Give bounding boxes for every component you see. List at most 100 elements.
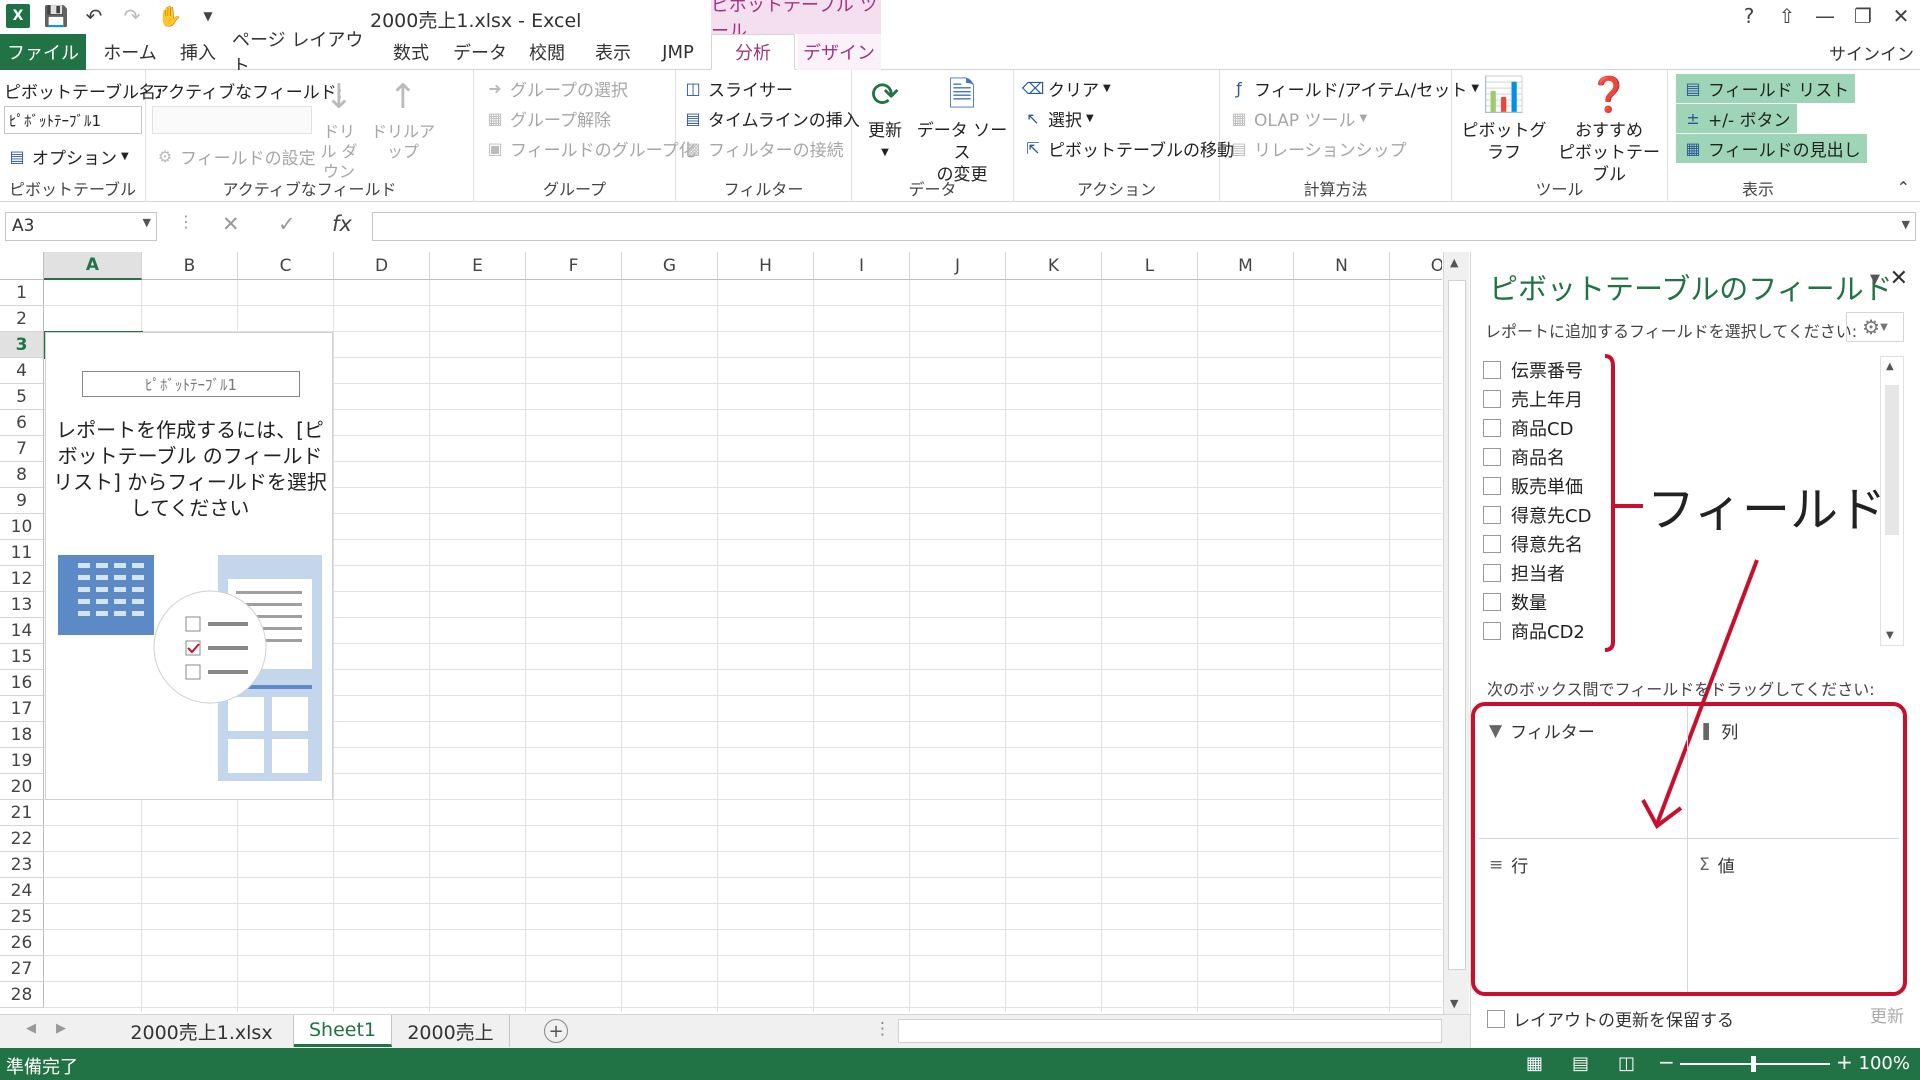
row-header[interactable]: 8 <box>0 462 44 488</box>
move-pivottable-button[interactable]: ⇱ ピボットテーブルの移動 <box>1022 136 1234 161</box>
minimize-icon[interactable]: — <box>1806 0 1844 32</box>
sheet-tab-0[interactable]: 2000売上1.xlsx <box>110 1015 294 1047</box>
tab-home[interactable]: ホーム <box>96 34 164 70</box>
update-button[interactable]: 更新 <box>1870 1002 1904 1027</box>
options-button[interactable]: ▤ オプション ▼ <box>6 144 128 169</box>
next-sheet-icon[interactable]: ▶ <box>56 1021 66 1036</box>
column-header[interactable]: G <box>622 252 718 280</box>
filter-connections-button[interactable]: ▩ フィルターの接続 <box>682 136 843 161</box>
zoom-level[interactable]: 100% <box>1859 1053 1910 1074</box>
column-header[interactable]: K <box>1006 252 1102 280</box>
drill-up-button[interactable]: ↑ ドリルアップ <box>370 74 436 162</box>
row-header[interactable]: 11 <box>0 540 44 566</box>
pivottable-name-input[interactable]: ﾋﾟﾎﾞｯﾄﾃｰﾌﾞﾙ1 <box>4 106 142 134</box>
select-all-corner[interactable] <box>0 252 44 280</box>
row-header[interactable]: 18 <box>0 722 44 748</box>
column-header[interactable]: D <box>334 252 430 280</box>
row-header[interactable]: 17 <box>0 696 44 722</box>
vertical-scrollbar[interactable]: ▲ ▼ <box>1443 252 1469 1014</box>
pivotchart-button[interactable]: 📊 ピボットグラフ <box>1456 72 1552 164</box>
slicer-button[interactable]: ◫ スライサー <box>682 76 793 101</box>
field-headers-toggle[interactable]: ▦ フィールドの見出し <box>1676 134 1867 163</box>
pivottable-placeholder[interactable]: ﾋﾟﾎﾞｯﾄﾃｰﾌﾞﾙ1 レポートを作成するには、[ピボットテーブル のフィール… <box>45 332 333 800</box>
row-header[interactable]: 28 <box>0 982 44 1008</box>
relationships-button[interactable]: ▤ リレーションシップ <box>1228 136 1406 161</box>
tab-jmp[interactable]: JMP <box>648 34 708 70</box>
close-icon[interactable]: ✕ <box>1882 0 1920 32</box>
row-header[interactable]: 2 <box>0 306 44 332</box>
row-header[interactable]: 15 <box>0 644 44 670</box>
row-header[interactable]: 21 <box>0 800 44 826</box>
row-header[interactable]: 13 <box>0 592 44 618</box>
tab-file[interactable]: ファイル <box>0 34 86 70</box>
expand-formula-icon[interactable]: ▼ <box>1902 218 1910 231</box>
name-box[interactable]: A3 ▼ <box>5 212 157 241</box>
page-layout-view-icon[interactable]: ▤ <box>1572 1053 1589 1074</box>
tab-page-layout[interactable]: ページ レイアウト <box>232 30 372 77</box>
column-header[interactable]: N <box>1294 252 1390 280</box>
row-header[interactable]: 10 <box>0 514 44 540</box>
olap-tools-button[interactable]: ▦ OLAP ツール ▼ <box>1228 106 1367 131</box>
scroll-down-icon[interactable]: ▼ <box>1450 997 1458 1010</box>
prev-sheet-icon[interactable]: ◀ <box>26 1021 36 1036</box>
column-header[interactable]: L <box>1102 252 1198 280</box>
row-header[interactable]: 24 <box>0 878 44 904</box>
column-header[interactable]: M <box>1198 252 1294 280</box>
row-header[interactable]: 16 <box>0 670 44 696</box>
group-selection-button[interactable]: ➜ グループの選択 <box>484 76 628 101</box>
column-header[interactable]: C <box>238 252 334 280</box>
refresh-button[interactable]: ⟳ 更新 ▼ <box>862 72 908 164</box>
horizontal-scrollbar[interactable] <box>898 1019 1442 1043</box>
column-header[interactable]: F <box>526 252 622 280</box>
row-header[interactable]: 20 <box>0 774 44 800</box>
field-list-toggle[interactable]: ▤ フィールド リスト <box>1676 74 1856 103</box>
buttons-toggle[interactable]: ± +/- ボタン <box>1676 104 1797 133</box>
insert-timeline-button[interactable]: ▤ タイムラインの挿入 <box>682 106 859 131</box>
tab-analyze[interactable]: 分析 <box>711 34 795 70</box>
group-field-button[interactable]: ▣ フィールドのグループ化 <box>484 136 695 161</box>
tab-view[interactable]: 表示 <box>582 34 644 70</box>
row-header[interactable]: 14 <box>0 618 44 644</box>
column-header[interactable]: H <box>718 252 814 280</box>
row-header[interactable]: 1 <box>0 280 44 306</box>
save-icon[interactable]: 💾 <box>44 4 69 28</box>
defer-update-row[interactable]: レイアウトの更新を保留する <box>1487 1006 1734 1031</box>
row-header[interactable]: 7 <box>0 436 44 462</box>
active-field-input[interactable] <box>152 106 312 134</box>
column-header[interactable]: I <box>814 252 910 280</box>
touch-mode-icon[interactable]: ✋ <box>158 4 183 28</box>
row-header[interactable]: 25 <box>0 904 44 930</box>
tab-insert[interactable]: 挿入 <box>168 34 228 70</box>
clear-button[interactable]: ⌫ クリア ▼ <box>1022 76 1111 101</box>
sheet-tab-1[interactable]: Sheet1 <box>294 1015 392 1047</box>
sheet-tab-2[interactable]: 2000売上 <box>392 1015 510 1047</box>
enter-icon[interactable]: ✓ <box>278 212 296 236</box>
row-header[interactable]: 26 <box>0 930 44 956</box>
tab-formulas[interactable]: 数式 <box>378 34 444 70</box>
drill-down-button[interactable]: ↓ ドリル ダウン <box>316 74 362 182</box>
collapse-ribbon-icon[interactable]: ⌃ <box>1897 178 1910 197</box>
zoom-out-icon[interactable]: − <box>1658 1050 1675 1074</box>
zoom-slider-thumb[interactable] <box>1751 1056 1756 1072</box>
splitter-icon[interactable]: ⋮ <box>874 1019 891 1039</box>
row-header[interactable]: 12 <box>0 566 44 592</box>
column-header[interactable]: A <box>44 252 142 280</box>
ungroup-button[interactable]: ▦ グループ解除 <box>484 106 611 131</box>
row-header[interactable]: 23 <box>0 852 44 878</box>
fields-items-sets-button[interactable]: ƒ フィールド/アイテム/セット ▼ <box>1228 76 1479 101</box>
row-header[interactable]: 19 <box>0 748 44 774</box>
scrollbar-thumb[interactable] <box>1448 280 1466 970</box>
sign-in-link[interactable]: サインイン <box>1829 40 1914 65</box>
field-settings-button[interactable]: ⚙ フィールドの設定 <box>154 144 316 169</box>
ribbon-display-icon[interactable]: ⇧ <box>1768 0 1806 32</box>
help-icon[interactable]: ? <box>1730 0 1768 32</box>
column-header[interactable]: J <box>910 252 1006 280</box>
redo-icon[interactable]: ↷ <box>120 4 144 28</box>
normal-view-icon[interactable]: ▦ <box>1526 1053 1543 1074</box>
restore-icon[interactable]: ❐ <box>1844 0 1882 32</box>
change-data-source-button[interactable]: 🗎 データ ソース の変更 <box>914 72 1010 186</box>
zoom-in-icon[interactable]: + <box>1836 1050 1853 1074</box>
row-header[interactable]: 6 <box>0 410 44 436</box>
row-header[interactable]: 27 <box>0 956 44 982</box>
row-header[interactable]: 22 <box>0 826 44 852</box>
